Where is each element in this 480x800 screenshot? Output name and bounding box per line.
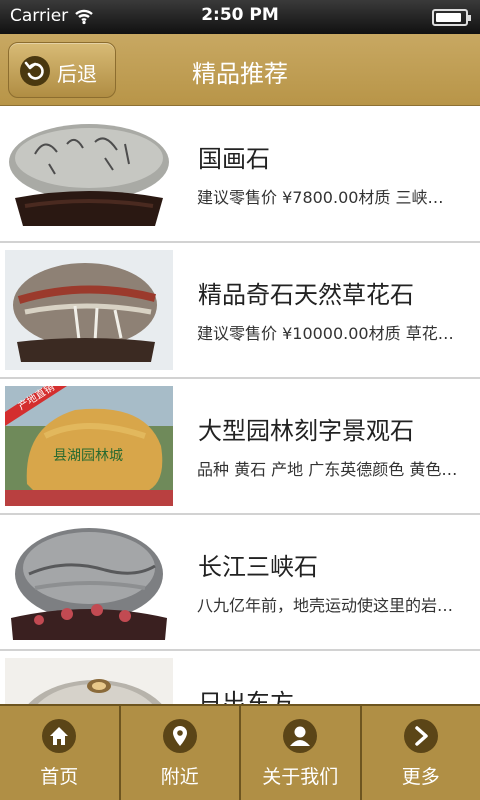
item-description: 八九亿年前，地壳运动使这里的岩石 ... <box>197 596 459 615</box>
tab-more[interactable]: 更多 <box>362 706 480 800</box>
item-title: 大型园林刻字景观石 <box>198 417 414 445</box>
item-title: 国画石 <box>198 145 270 173</box>
product-list: 国画石 建议零售价 ¥7800.00材质 三峡石 产地 湖北 ... 精品奇石天… <box>0 107 480 704</box>
list-item[interactable]: 精品奇石天然草花石 建议零售价 ¥10000.00材质 草花石 产地 ... <box>0 243 480 379</box>
list-item[interactable]: 产地直销 县湖园林城 大型园林刻字景观石 品种 黄石 产地 广东英德颜色 黄色 … <box>0 379 480 515</box>
thumb-carving-text: 县湖园林城 <box>53 448 123 464</box>
status-bar: Carrier 2:50 PM <box>0 0 480 34</box>
list-item[interactable]: 国画石 建议零售价 ¥7800.00材质 三峡石 产地 湖北 ... <box>0 107 480 243</box>
tab-label: 首页 <box>40 766 79 788</box>
tab-bar: 首页 附近 关于我们 更多 <box>0 704 480 800</box>
product-thumbnail <box>5 114 173 234</box>
product-thumbnail <box>5 658 173 704</box>
item-title: 日出东方 <box>198 689 294 704</box>
item-title: 长江三峡石 <box>198 553 318 581</box>
list-item[interactable]: 长江三峡石 八九亿年前，地壳运动使这里的岩石 ... <box>0 515 480 651</box>
page-title: 精品推荐 <box>192 60 288 88</box>
location-pin-icon <box>162 719 197 753</box>
nav-bar: 后退 精品推荐 <box>0 34 480 106</box>
tab-about-us[interactable]: 关于我们 <box>241 706 362 800</box>
item-description: 品种 黄石 产地 广东英德颜色 黄色 ... <box>197 460 459 479</box>
battery-icon <box>432 9 471 26</box>
tab-nearby[interactable]: 附近 <box>121 706 241 800</box>
list-item[interactable]: 日出东方 <box>0 651 480 704</box>
product-thumbnail <box>5 522 173 642</box>
clock: 2:50 PM <box>201 5 279 25</box>
tab-label: 关于我们 <box>262 766 339 788</box>
product-thumbnail <box>5 250 173 370</box>
chevron-right-icon <box>403 719 438 753</box>
battery-level <box>436 13 461 22</box>
home-icon <box>42 719 77 753</box>
item-description: 建议零售价 ¥10000.00材质 草花石 产地 ... <box>197 324 459 343</box>
product-thumbnail: 产地直销 县湖园林城 <box>5 386 173 506</box>
item-title: 精品奇石天然草花石 <box>198 281 414 309</box>
tab-label: 附近 <box>160 766 199 788</box>
tab-home[interactable]: 首页 <box>0 706 121 800</box>
item-description: 建议零售价 ¥7800.00材质 三峡石 产地 湖北 ... <box>197 188 459 207</box>
tab-label: 更多 <box>401 766 440 788</box>
person-icon <box>283 719 318 753</box>
